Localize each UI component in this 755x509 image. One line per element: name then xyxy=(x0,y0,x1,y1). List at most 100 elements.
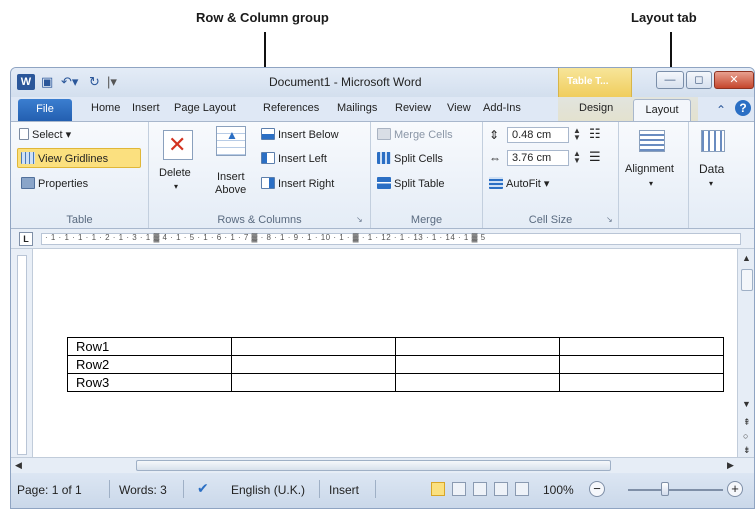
table-cell[interactable]: Row2 xyxy=(67,355,232,374)
table-cell[interactable] xyxy=(559,337,724,356)
document-area[interactable]: Row1 Row2 Row3 xyxy=(33,249,737,457)
insert-right-button[interactable]: Insert Right xyxy=(261,177,334,191)
table-cell[interactable] xyxy=(231,355,396,374)
tab-home[interactable]: Home xyxy=(91,102,120,114)
insert-above-label-1[interactable]: Insert xyxy=(217,170,245,184)
customize-toolbar-icon[interactable]: |▾ xyxy=(107,74,117,90)
tab-references[interactable]: References xyxy=(263,102,319,114)
help-icon[interactable]: ? xyxy=(735,100,751,116)
vertical-ruler[interactable] xyxy=(11,249,33,457)
vertical-scroll-thumb[interactable] xyxy=(741,269,753,291)
insert-above-icon[interactable]: ▲ xyxy=(216,126,246,156)
zoom-in-button[interactable]: + xyxy=(727,481,743,497)
table-cell[interactable] xyxy=(559,355,724,374)
insert-above-label-2[interactable]: Above xyxy=(215,183,246,197)
select-browse-object-icon[interactable]: ○ xyxy=(743,431,748,441)
status-bar: Page: 1 of 1 Words: 3 ✔ English (U.K.) I… xyxy=(11,473,754,508)
zoom-slider-track[interactable] xyxy=(628,489,723,491)
tab-page-layout[interactable]: Page Layout xyxy=(174,102,236,114)
print-layout-view-icon[interactable] xyxy=(431,482,445,496)
split-table-icon xyxy=(377,177,391,189)
zoom-slider-thumb[interactable] xyxy=(661,482,669,496)
view-gridlines-button[interactable]: View Gridlines xyxy=(21,152,108,166)
row-height-spinner[interactable]: ▲ ▼ xyxy=(572,127,582,142)
page-count-status[interactable]: Page: 1 of 1 xyxy=(17,483,82,497)
tab-review[interactable]: Review xyxy=(395,102,431,114)
column-width-input[interactable]: 3.76 cm xyxy=(507,150,569,166)
table-cell[interactable] xyxy=(395,373,560,392)
cell-size-dialog-launcher-icon[interactable]: ↘ xyxy=(606,213,613,227)
rows-columns-dialog-launcher-icon[interactable]: ↘ xyxy=(356,213,363,227)
table-cell[interactable]: Row1 xyxy=(67,337,232,356)
outline-view-icon[interactable] xyxy=(494,482,508,496)
table-cell[interactable] xyxy=(231,373,396,392)
group-alignment[interactable]: Alignment ▾ xyxy=(619,122,689,228)
group-merge: Merge Cells Split Cells Split Table Merg… xyxy=(371,122,483,228)
properties-button[interactable]: Properties xyxy=(21,177,88,191)
merge-cells-button[interactable]: Merge Cells xyxy=(377,128,453,142)
table-cell[interactable] xyxy=(559,373,724,392)
tab-mailings[interactable]: Mailings xyxy=(337,102,377,114)
insert-mode-status[interactable]: Insert xyxy=(329,483,359,497)
tab-layout[interactable]: Layout xyxy=(633,99,691,122)
delete-dropdown-icon[interactable]: ▾ xyxy=(174,180,178,194)
data-dropdown-icon: ▾ xyxy=(709,179,714,188)
language-status[interactable]: English (U.K.) xyxy=(231,483,305,497)
split-table-button[interactable]: Split Table xyxy=(377,177,445,191)
table-cell[interactable] xyxy=(395,337,560,356)
horizontal-scrollbar[interactable]: ◀ ▶ xyxy=(11,457,754,473)
tab-view[interactable]: View xyxy=(447,102,471,114)
horizontal-ruler[interactable]: L · 1 · 1 · 1 · 1 · 2 · 1 · 3 · 1 ▓ 4 · … xyxy=(11,229,754,249)
group-cell-size-label: Cell Size xyxy=(528,214,573,226)
proofing-icon[interactable]: ✔ xyxy=(197,480,209,497)
split-cells-button[interactable]: Split Cells xyxy=(377,152,443,166)
web-layout-icon[interactable] xyxy=(473,482,487,496)
table-cell[interactable]: Row3 xyxy=(67,373,232,392)
next-page-icon[interactable]: ⇟ xyxy=(743,445,751,456)
scroll-left-icon[interactable]: ◀ xyxy=(15,460,22,471)
document-table[interactable]: Row1 Row2 Row3 xyxy=(67,337,724,392)
word-count-status[interactable]: Words: 3 xyxy=(119,483,167,497)
table-cell[interactable] xyxy=(231,337,396,356)
redo-icon[interactable]: ↻ xyxy=(89,74,100,90)
scroll-up-icon[interactable]: ▲ xyxy=(742,253,751,263)
undo-icon[interactable]: ↶▾ xyxy=(61,74,78,90)
group-rows-columns: ✕ Delete ▾ ▲ Insert Above Insert Below I… xyxy=(149,122,371,228)
row-height-input[interactable]: 0.48 cm xyxy=(507,127,569,143)
select-button[interactable]: Select ▾ xyxy=(19,128,71,142)
insert-below-button[interactable]: Insert Below xyxy=(261,128,339,142)
zoom-level[interactable]: 100% xyxy=(543,483,574,497)
horizontal-scroll-thumb[interactable] xyxy=(136,460,611,471)
distribute-rows-icon[interactable]: ☷ xyxy=(589,127,601,141)
scroll-right-icon[interactable]: ▶ xyxy=(727,460,734,471)
close-button[interactable]: ✕ xyxy=(714,71,754,89)
delete-icon[interactable]: ✕ xyxy=(163,130,193,160)
scroll-down-icon[interactable]: ▼ xyxy=(742,399,751,409)
select-label: Select ▾ xyxy=(32,129,72,141)
tab-design[interactable]: Design xyxy=(579,102,613,114)
split-cells-label: Split Cells xyxy=(394,153,443,165)
tab-add-ins[interactable]: Add-Ins xyxy=(483,102,521,114)
distribute-columns-icon[interactable]: ☰ xyxy=(589,150,601,164)
status-separator xyxy=(375,480,376,498)
delete-button[interactable]: Delete xyxy=(159,166,191,180)
tab-selector[interactable]: L xyxy=(19,232,33,246)
draft-view-icon[interactable] xyxy=(515,482,529,496)
autofit-button[interactable]: AutoFit ▾ xyxy=(489,177,549,191)
word-app-icon[interactable]: W xyxy=(17,74,35,90)
tab-file[interactable]: File xyxy=(18,99,72,121)
tab-insert[interactable]: Insert xyxy=(132,102,160,114)
vertical-scrollbar[interactable]: ▲ ▼ ⇞ ○ ⇟ xyxy=(737,249,754,457)
minimize-ribbon-icon[interactable]: ⌃ xyxy=(716,103,726,117)
insert-left-button[interactable]: Insert Left xyxy=(261,152,327,166)
group-data[interactable]: Data ▾ xyxy=(689,122,754,228)
group-rows-columns-label: Rows & Columns xyxy=(217,214,302,226)
minimize-button[interactable]: — xyxy=(656,71,684,89)
previous-page-icon[interactable]: ⇞ xyxy=(743,417,751,428)
save-icon[interactable]: ▣ xyxy=(41,74,53,90)
table-cell[interactable] xyxy=(395,355,560,374)
column-width-spinner[interactable]: ▲ ▼ xyxy=(572,150,582,165)
zoom-out-button[interactable]: − xyxy=(589,481,605,497)
maximize-button[interactable]: ◻ xyxy=(686,71,712,89)
full-screen-reading-icon[interactable] xyxy=(452,482,466,496)
